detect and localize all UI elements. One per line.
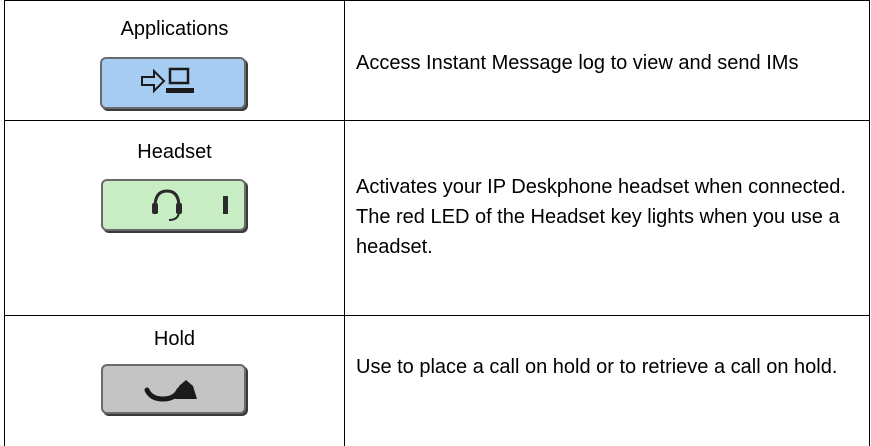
headset-description: Activates your IP Deskphone headset when…	[356, 176, 846, 258]
table-border-right	[869, 0, 870, 446]
key-description-table: Applications Access Instant Message log …	[4, 0, 870, 446]
table-row: Applications	[5, 1, 344, 120]
table-row: Hold	[5, 316, 344, 446]
headset-led-indicator	[223, 196, 228, 214]
applications-description: Access Instant Message log to view and s…	[356, 52, 799, 74]
handset-hold-icon	[144, 380, 197, 402]
applications-key[interactable]	[100, 57, 246, 109]
hold-description: Use to place a call on hold or to retrie…	[356, 356, 838, 378]
headset-key-label: Headset	[137, 141, 212, 163]
arrow-to-monitor-icon	[141, 67, 194, 94]
hold-key[interactable]	[101, 364, 246, 414]
table-row: Headset	[5, 121, 344, 315]
headset-key[interactable]	[101, 179, 246, 231]
applications-key-label: Applications	[120, 18, 229, 40]
table-column-divider	[344, 0, 345, 446]
hold-key-label: Hold	[153, 328, 196, 350]
